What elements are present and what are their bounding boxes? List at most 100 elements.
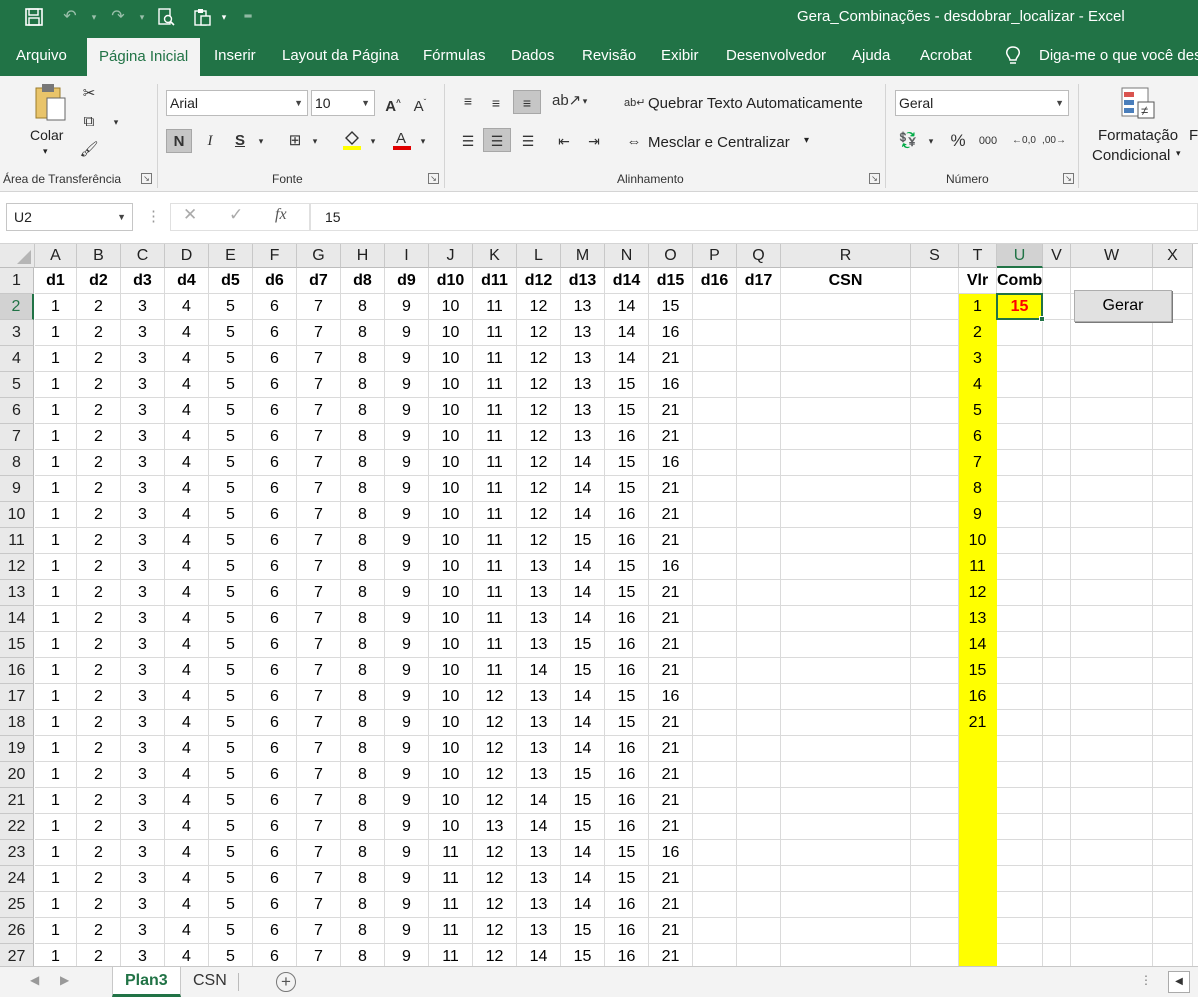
- data-cell[interactable]: 14: [517, 814, 561, 840]
- data-cell[interactable]: 11: [429, 866, 473, 892]
- grid-cell[interactable]: [737, 346, 781, 372]
- data-cell[interactable]: 7: [297, 424, 341, 450]
- grid-cell[interactable]: [1071, 320, 1153, 346]
- grid-cell[interactable]: [693, 684, 737, 710]
- data-cell[interactable]: 6: [253, 424, 297, 450]
- grid-cell[interactable]: [997, 892, 1043, 918]
- data-cell[interactable]: 16: [605, 632, 649, 658]
- grid-cell[interactable]: [737, 710, 781, 736]
- grid-cell[interactable]: [1071, 736, 1153, 762]
- data-cell[interactable]: 10: [429, 710, 473, 736]
- grid-cell[interactable]: [737, 814, 781, 840]
- column-header-p[interactable]: P: [693, 244, 737, 268]
- data-cell[interactable]: 14: [561, 580, 605, 606]
- grid-cell[interactable]: [781, 762, 911, 788]
- percent-button[interactable]: %: [948, 129, 968, 153]
- column-header-h[interactable]: H: [341, 244, 385, 268]
- data-cell[interactable]: 11: [473, 502, 517, 528]
- row-header[interactable]: 4: [0, 346, 34, 372]
- data-cell[interactable]: 7: [297, 866, 341, 892]
- data-cell[interactable]: 2: [77, 528, 121, 554]
- data-cell[interactable]: 6: [253, 632, 297, 658]
- data-cell[interactable]: 12: [517, 372, 561, 398]
- data-cell[interactable]: 1: [35, 762, 77, 788]
- data-cell[interactable]: 10: [429, 528, 473, 554]
- data-cell[interactable]: 8: [341, 372, 385, 398]
- data-cell[interactable]: 12: [473, 736, 517, 762]
- data-cell[interactable]: 16: [605, 502, 649, 528]
- grid-cell[interactable]: [911, 918, 959, 944]
- grid-cell[interactable]: [737, 502, 781, 528]
- grid-cell[interactable]: [911, 736, 959, 762]
- data-cell[interactable]: 13: [561, 398, 605, 424]
- data-cell[interactable]: 9: [385, 424, 429, 450]
- undo-icon[interactable]: ↶: [58, 5, 82, 29]
- sheet-tab-csn[interactable]: CSN: [181, 967, 239, 997]
- merge-center-button[interactable]: Mesclar e Centralizar: [648, 134, 790, 151]
- grid-cell[interactable]: [693, 944, 737, 966]
- data-cell[interactable]: 4: [165, 788, 209, 814]
- conditional-formatting-label[interactable]: Formatação: [1098, 127, 1178, 144]
- data-cell[interactable]: 5: [209, 502, 253, 528]
- data-cell[interactable]: 7: [297, 710, 341, 736]
- grid-cell[interactable]: [911, 866, 959, 892]
- copy-icon[interactable]: ⧉: [78, 110, 100, 134]
- grid-cell[interactable]: [693, 710, 737, 736]
- data-cell[interactable]: 12: [473, 788, 517, 814]
- data-cell[interactable]: 11: [473, 450, 517, 476]
- data-cell[interactable]: 15: [561, 528, 605, 554]
- data-cell[interactable]: 11: [473, 554, 517, 580]
- grid-cell[interactable]: [781, 580, 911, 606]
- data-cell[interactable]: 2: [77, 944, 121, 966]
- header-cell[interactable]: d6: [253, 268, 297, 294]
- data-cell[interactable]: 6: [253, 554, 297, 580]
- data-cell[interactable]: 5: [209, 346, 253, 372]
- header-cell[interactable]: d15: [649, 268, 693, 294]
- data-cell[interactable]: 9: [385, 528, 429, 554]
- data-cell[interactable]: 3: [121, 580, 165, 606]
- column-header-t[interactable]: T: [959, 244, 997, 268]
- grid-cell[interactable]: [737, 944, 781, 966]
- header-cell[interactable]: d10: [429, 268, 473, 294]
- data-cell[interactable]: 9: [385, 840, 429, 866]
- grid-cell[interactable]: [997, 814, 1043, 840]
- vlr-cell[interactable]: 5: [959, 398, 997, 424]
- data-cell[interactable]: 6: [253, 710, 297, 736]
- accounting-format-icon[interactable]: 💱: [897, 129, 919, 153]
- data-cell[interactable]: 5: [209, 762, 253, 788]
- grid-cell[interactable]: [1153, 736, 1193, 762]
- grid-cell[interactable]: [781, 632, 911, 658]
- grid-cell[interactable]: [1043, 658, 1071, 684]
- data-cell[interactable]: 4: [165, 450, 209, 476]
- data-cell[interactable]: 16: [605, 788, 649, 814]
- grid-cell[interactable]: [997, 788, 1043, 814]
- row-header[interactable]: 1: [0, 268, 34, 294]
- data-cell[interactable]: 5: [209, 528, 253, 554]
- name-box[interactable]: U2 ▼: [6, 203, 133, 231]
- data-cell[interactable]: 11: [429, 840, 473, 866]
- data-cell[interactable]: 11: [473, 658, 517, 684]
- data-cell[interactable]: 2: [77, 866, 121, 892]
- data-cell[interactable]: 10: [429, 424, 473, 450]
- data-cell[interactable]: 3: [121, 632, 165, 658]
- vlr-cell[interactable]: 13: [959, 606, 997, 632]
- data-cell[interactable]: 9: [385, 346, 429, 372]
- data-cell[interactable]: 21: [649, 866, 693, 892]
- data-cell[interactable]: 6: [253, 866, 297, 892]
- header-cell[interactable]: d14: [605, 268, 649, 294]
- data-cell[interactable]: 2: [77, 788, 121, 814]
- grid-cell[interactable]: [997, 320, 1043, 346]
- column-header-b[interactable]: B: [77, 244, 121, 268]
- row-header[interactable]: 13: [0, 580, 34, 606]
- data-cell[interactable]: 1: [35, 658, 77, 684]
- grid-cell[interactable]: [781, 788, 911, 814]
- data-cell[interactable]: 2: [77, 554, 121, 580]
- vlr-cell[interactable]: 15: [959, 658, 997, 684]
- grid-cell[interactable]: [997, 502, 1043, 528]
- row-header[interactable]: 25: [0, 892, 34, 918]
- header-cell[interactable]: d12: [517, 268, 561, 294]
- grid-cell[interactable]: [911, 528, 959, 554]
- redo-icon[interactable]: ↷: [106, 5, 130, 29]
- data-cell[interactable]: 3: [121, 476, 165, 502]
- data-cell[interactable]: 7: [297, 580, 341, 606]
